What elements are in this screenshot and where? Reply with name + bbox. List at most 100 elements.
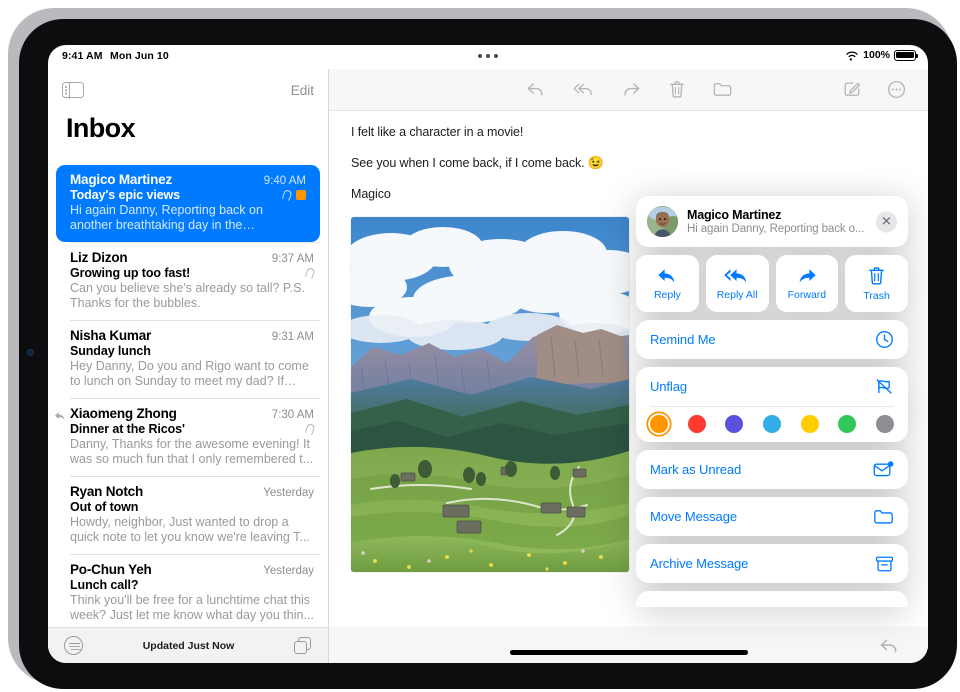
front-camera: [27, 349, 34, 356]
mark-unread-menu-item[interactable]: Mark as Unread: [636, 450, 908, 489]
reply-all-label: Reply All: [716, 289, 758, 301]
compose-icon[interactable]: [843, 80, 861, 98]
filter-icon[interactable]: [64, 636, 83, 655]
flag-color-picker[interactable]: [636, 415, 908, 433]
message-subject: Growing up too fast!: [70, 266, 191, 280]
wifi-icon: [846, 51, 858, 61]
flag-color-purple[interactable]: [725, 415, 744, 433]
message-time: 9:37 AM: [271, 253, 314, 265]
forward-button[interactable]: Forward: [775, 255, 839, 312]
envelope-badge-icon: [873, 461, 894, 477]
message-subject: Out of town: [70, 500, 139, 514]
flag-color-gray[interactable]: [875, 415, 894, 433]
sender-name: Xiaomeng Zhong: [70, 406, 177, 421]
forward-icon[interactable]: [621, 80, 641, 98]
screen: 9:41 AM Mon Jun 10 100% Edit Inbox Magic…: [48, 45, 928, 663]
sidebar-bottom-bar: Updated Just Now: [48, 627, 328, 663]
flag-slash-icon: [876, 379, 892, 394]
unflag-label: Unflag: [650, 379, 687, 394]
mountain-landscape-photo[interactable]: [351, 217, 629, 572]
reply-button[interactable]: Reply: [636, 255, 699, 312]
trash-icon: [869, 266, 885, 285]
avatar: [647, 206, 678, 237]
message-subject: Today's epic views: [70, 188, 181, 202]
message-preview: Hey Danny, Do you and Rigo want to come …: [70, 359, 309, 388]
wink-emoji: 😉: [587, 155, 604, 170]
message-time: 9:31 AM: [271, 331, 314, 343]
flag-color-yellow[interactable]: [800, 415, 819, 433]
home-indicator[interactable]: [509, 650, 748, 655]
page-title: Inbox: [66, 113, 136, 143]
message-preview: Howdy, neighbor, Just wanted to drop a q…: [70, 515, 310, 544]
message-subject: Sunday lunch: [70, 344, 151, 358]
reply-icon[interactable]: [878, 636, 900, 655]
close-icon[interactable]: ✕: [876, 211, 897, 232]
flag-divider: [650, 406, 894, 407]
message-preview: Danny, Thanks for the awesome evening! I…: [70, 437, 314, 466]
remind-me-label: Remind Me: [650, 332, 716, 347]
message-badges: [281, 188, 306, 202]
message-time: 7:30 AM: [271, 409, 314, 421]
status-right-cluster: 100%: [845, 49, 918, 61]
message-paragraph-2-text: See you when I come back, if I come back…: [351, 156, 585, 170]
popup-sender-header: Magico Martinez Hi again Danny, Reportin…: [636, 196, 908, 247]
message-time: 9:40 AM: [263, 175, 306, 187]
archivebox-icon: [875, 556, 894, 571]
list-item[interactable]: Magico Martinez 9:40 AM Today's epic views…: [56, 165, 320, 242]
sender-name: Nisha Kumar: [70, 328, 152, 343]
list-item[interactable]: Nisha Kumar 9:31 AM Sunday lunch Hey Danny,…: [48, 321, 328, 398]
list-item[interactable]: Ryan Notch Yesterday Out of town Howdy, nei…: [48, 477, 328, 554]
list-item[interactable]: Po-Chun Yeh Yesterday Lunch call? Think you…: [48, 555, 328, 627]
folder-icon[interactable]: [712, 80, 732, 98]
battery-icon: [894, 49, 918, 61]
remind-me-menu-item[interactable]: Remind Me: [636, 320, 908, 359]
sidebar-toggle-icon[interactable]: [62, 81, 84, 99]
list-item[interactable]: Liz Dizon 9:37 AM Growing up too fast! Can …: [48, 243, 328, 320]
reply-label: Reply: [653, 289, 681, 301]
trash-button[interactable]: Trash: [845, 255, 908, 312]
flag-color-teal[interactable]: [762, 415, 781, 433]
move-message-menu-item[interactable]: Move Message: [636, 497, 908, 536]
message-badges: [304, 266, 316, 280]
sender-name: Magico Martinez: [70, 172, 173, 187]
mark-unread-label: Mark as Unread: [650, 462, 742, 477]
flag-section: Unflag: [636, 367, 908, 442]
forward-icon: [800, 269, 816, 283]
edit-button[interactable]: Edit: [291, 83, 314, 98]
flag-badge: [296, 190, 306, 200]
message-time: Yesterday: [263, 565, 314, 577]
message-preview: Think you'll be free for a lunchtime cha…: [70, 593, 314, 622]
unflag-menu-item[interactable]: Unflag: [636, 367, 908, 406]
message-badges: [304, 422, 316, 436]
flag-color-orange[interactable]: [650, 415, 668, 433]
reply-icon: [658, 269, 675, 283]
popup-sender-name: Magico Martinez: [687, 208, 782, 222]
message-preview: Hi again Danny, Reporting back on anothe…: [70, 203, 263, 232]
flag-color-red[interactable]: [687, 415, 706, 433]
flag-color-green[interactable]: [838, 415, 857, 433]
quick-actions-row: Reply Reply All Forward Trash: [636, 255, 908, 312]
message-action-popup: Magico Martinez Hi again Danny, Reportin…: [636, 196, 908, 607]
status-bar: 9:41 AM Mon Jun 10 100%: [48, 45, 928, 69]
archive-message-menu-item[interactable]: Archive Message: [636, 544, 908, 583]
sidebar-toolbar: Edit: [48, 69, 328, 111]
detail-bottom-bar: [329, 627, 928, 663]
replied-arrow-icon: [55, 412, 65, 420]
reply-all-icon: [723, 269, 746, 283]
message-time: Yesterday: [263, 487, 314, 499]
sender-name: Ryan Notch: [70, 484, 144, 499]
trash-label: Trash: [863, 289, 890, 302]
more-circle-icon[interactable]: [887, 80, 906, 99]
new-message-stack-icon[interactable]: [294, 636, 312, 655]
list-item[interactable]: Xiaomeng Zhong 7:30 AM Dinner at the Ricos…: [48, 399, 328, 476]
sender-name: Po-Chun Yeh: [70, 562, 152, 577]
trash-icon[interactable]: [668, 80, 685, 99]
attachment-icon: [304, 266, 316, 280]
reply-all-button[interactable]: Reply All: [705, 255, 769, 312]
folder-icon: [874, 510, 893, 524]
mail-list[interactable]: Magico Martinez 9:40 AM Today's epic views…: [48, 165, 328, 627]
update-status-label: Updated Just Now: [142, 639, 235, 652]
reply-all-icon[interactable]: [572, 80, 594, 98]
reply-icon[interactable]: [525, 80, 545, 98]
forward-label: Forward: [787, 289, 827, 301]
